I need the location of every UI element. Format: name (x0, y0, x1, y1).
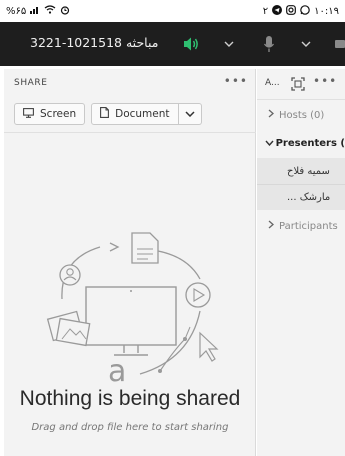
attendees-pod-header: A... ••• (257, 69, 345, 97)
microphone-options-chevron-icon[interactable] (299, 37, 313, 51)
notification-count: ۲ (262, 5, 269, 17)
user-illustration-icon (59, 264, 81, 286)
attendees-pod-title: A... (265, 78, 280, 88)
document-illustration-icon (131, 232, 159, 264)
attendees-divider (257, 99, 345, 100)
more-options-icon[interactable]: ••• (224, 74, 248, 88)
share-document-button[interactable]: Document (91, 103, 179, 125)
chevron-down-icon (263, 138, 276, 149)
audio-options-chevron-icon[interactable] (222, 37, 236, 51)
share-pod-header: SHARE ••• (4, 69, 256, 97)
share-pod-divider (4, 132, 256, 133)
alarm-icon (60, 5, 70, 18)
attendees-more-options-icon[interactable]: ••• (313, 74, 337, 88)
document-icon (100, 107, 110, 121)
signal-icon (30, 5, 40, 17)
share-options-dropdown[interactable] (178, 103, 202, 125)
clock: ۱۰:۱۹ (314, 5, 339, 17)
share-pod-title: SHARE (14, 78, 48, 88)
attendee-group-label: Participants (279, 220, 338, 232)
share-pod: SHARE ••• Screen Document a Nothing is b… (4, 69, 256, 456)
microphone-icon[interactable] (258, 33, 280, 55)
attendee-group-presenters[interactable]: Presenters ( (257, 131, 345, 155)
battery-level: %۶۵ (6, 5, 27, 17)
share-document-label: Document (115, 108, 170, 120)
instagram-icon (286, 4, 297, 18)
empty-state-title: Nothing is being shared (19, 387, 241, 410)
speaker-icon[interactable] (181, 33, 203, 55)
monitor-illustration-icon (85, 286, 177, 356)
chevron-right-icon (263, 220, 279, 232)
wifi-icon (44, 5, 56, 17)
font-illustration-icon: a (108, 354, 126, 389)
attendee-item[interactable]: ... مارشک (257, 184, 345, 210)
attendee-group-label: Presenters ( (275, 137, 345, 149)
share-screen-button[interactable]: Screen (14, 103, 86, 125)
photos-illustration-icon (46, 310, 91, 347)
status-bar: %۶۵ ۲ ۱۰:۱۹ (0, 0, 345, 22)
share-document-split-button: Document (91, 103, 202, 125)
attendee-name: سمیه فلاح (287, 165, 330, 177)
whatsapp-icon (300, 4, 310, 18)
attendee-name: ... مارشک (287, 192, 331, 203)
telegram-icon (272, 4, 283, 18)
camera-icon[interactable] (335, 33, 345, 55)
play-illustration-icon (185, 282, 211, 308)
chevron-right-icon (263, 109, 279, 121)
attendees-pod: A... ••• Hosts (0) Presenters ( سمیه فلا… (257, 69, 345, 456)
monitor-icon (23, 107, 34, 121)
share-screen-label: Screen (40, 108, 77, 120)
meeting-title: مباحثه 1021518-3221 (30, 35, 159, 50)
attendee-item[interactable]: سمیه فلاح (257, 158, 345, 184)
chevron-down-icon (184, 108, 195, 120)
meeting-top-bar: مباحثه 1021518-3221 (0, 22, 345, 66)
empty-state-subtitle: Drag and drop file here to start sharing (31, 422, 229, 433)
share-buttons: Screen Document (14, 103, 202, 125)
attendee-group-label: Hosts (0) (279, 109, 325, 121)
share-illustration: a (46, 232, 219, 389)
fullscreen-icon[interactable] (291, 76, 305, 91)
attendee-group-hosts[interactable]: Hosts (0) (257, 103, 345, 127)
attendee-group-participants[interactable]: Participants (257, 214, 345, 238)
